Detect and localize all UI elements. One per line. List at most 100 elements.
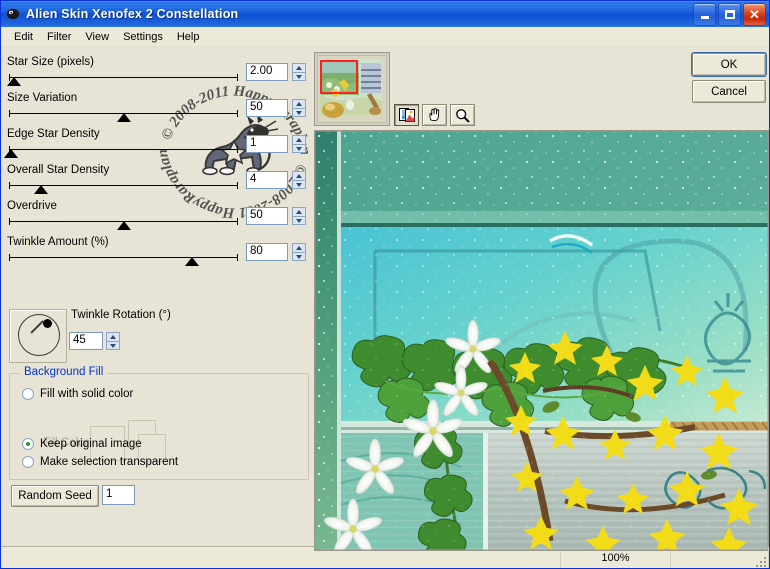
dial-knob-handle[interactable] (43, 319, 52, 328)
chevron-up-icon (296, 174, 302, 178)
random-seed-input[interactable]: 1 (102, 485, 135, 505)
slider-track-cap-right (237, 254, 238, 261)
slider-thumb-overall-star-density[interactable] (34, 185, 49, 194)
slider-value-input-overdrive[interactable]: 50 (246, 207, 288, 225)
radio-make-selection-transparent[interactable]: Make selection transparent (22, 456, 178, 468)
twinkle-rotation-label: Twinkle Rotation (°) (71, 309, 171, 321)
zoom-magnifier-icon (456, 108, 470, 122)
radio-button-icon (22, 388, 34, 400)
ok-button[interactable]: OK (691, 52, 767, 77)
chevron-up-icon (296, 138, 302, 142)
spinner-up-button[interactable] (292, 135, 306, 144)
spinner-down-button[interactable] (292, 252, 306, 261)
dial-circle-icon (18, 314, 60, 356)
twinkle-rotation-spinner[interactable] (106, 332, 120, 350)
spinner-up-button[interactable] (292, 63, 306, 72)
slider-row-star-size-pixels: Star Size (pixels) 2.00 (1, 56, 313, 93)
slider-value-input-twinkle-amount[interactable]: 80 (246, 243, 288, 261)
slider-spinner-star-size-pixels[interactable] (292, 63, 306, 81)
slider-label-size-variation: Size Variation (7, 92, 78, 104)
spinner-up-button[interactable] (292, 99, 306, 108)
alien-head-icon (5, 6, 21, 22)
slider-thumb-edge-star-density[interactable] (4, 149, 19, 158)
slider-row-edge-star-density: Edge Star Density 1 (1, 128, 313, 165)
thumbnail-image (317, 55, 387, 123)
hand-pan-icon (429, 107, 440, 121)
slider-value-input-overall-star-density[interactable]: 4 (246, 171, 288, 189)
spinner-down-button[interactable] (106, 341, 120, 350)
thumbnail-selection-rect[interactable] (320, 60, 358, 94)
spinner-up-button[interactable] (106, 332, 120, 341)
spinner-up-button[interactable] (292, 171, 306, 180)
close-button[interactable]: ✕ (743, 2, 766, 26)
navigator-thumbnail[interactable] (314, 52, 390, 126)
minimize-icon (700, 15, 709, 19)
twinkle-rotation-input[interactable]: 45 (69, 332, 103, 350)
slider-track-cap-left (9, 110, 10, 117)
slider-track-star-size-pixels[interactable] (9, 74, 238, 81)
status-grip-cell (671, 547, 769, 568)
slider-value-input-size-variation[interactable]: 50 (246, 99, 288, 117)
slider-thumb-size-variation[interactable] (116, 113, 131, 122)
compare-view-button[interactable] (394, 104, 419, 126)
chevron-up-icon (296, 210, 302, 214)
resize-grip-icon[interactable] (752, 553, 766, 567)
radio-fill-with-solid-color[interactable]: Fill with solid color (22, 388, 133, 400)
compare-view-icon (398, 108, 415, 122)
xenofex-constellation-window: Alien Skin Xenofex 2 Constellation ✕ Edi… (0, 0, 770, 569)
cancel-button[interactable]: Cancel (692, 80, 766, 103)
menu-bar: Edit Filter View Settings Help (1, 27, 769, 47)
slider-track-cap-right (237, 218, 238, 225)
menu-item-edit[interactable]: Edit (7, 29, 40, 45)
chevron-up-icon (296, 246, 302, 250)
spinner-down-button[interactable] (292, 216, 306, 225)
slider-track-cap-right (237, 110, 238, 117)
chevron-up-icon (296, 66, 302, 70)
chevron-up-icon (296, 102, 302, 106)
radio-keep-original-image[interactable]: Keep original image (22, 438, 142, 450)
slider-thumb-twinkle-amount[interactable] (185, 257, 200, 266)
slider-track-edge-star-density[interactable] (9, 146, 238, 153)
slider-spinner-size-variation[interactable] (292, 99, 306, 117)
spinner-up-button[interactable] (292, 243, 306, 252)
chevron-down-icon (296, 110, 302, 115)
slider-value-input-star-size-pixels[interactable]: 2.00 (246, 63, 288, 81)
spinner-down-button[interactable] (292, 108, 306, 117)
menu-item-help[interactable]: Help (170, 29, 207, 45)
random-seed-button[interactable]: Random Seed (11, 485, 99, 507)
slider-spinner-twinkle-amount[interactable] (292, 243, 306, 261)
slider-track-twinkle-amount[interactable] (9, 254, 238, 261)
slider-label-edge-star-density: Edge Star Density (7, 128, 100, 140)
chevron-down-icon (296, 146, 302, 151)
chevron-down-icon (296, 182, 302, 187)
twinkle-rotation-dial[interactable] (9, 309, 67, 363)
slider-label-overdrive: Overdrive (7, 200, 57, 212)
spinner-down-button[interactable] (292, 144, 306, 153)
slider-spinner-overall-star-density[interactable] (292, 171, 306, 189)
menu-item-settings[interactable]: Settings (116, 29, 170, 45)
maximize-button[interactable] (718, 2, 741, 26)
slider-track-cap-right (237, 182, 238, 189)
preview-panel: OK Cancel (313, 47, 769, 551)
radio-label: Keep original image (40, 438, 142, 450)
minimize-button[interactable] (693, 2, 716, 26)
slider-thumb-star-size-pixels[interactable] (6, 77, 21, 86)
spinner-down-button[interactable] (292, 180, 306, 189)
slider-spinner-edge-star-density[interactable] (292, 135, 306, 153)
slider-value-input-edge-star-density[interactable]: 1 (246, 135, 288, 153)
menu-item-filter[interactable]: Filter (40, 29, 78, 45)
window-title: Alien Skin Xenofex 2 Constellation (26, 7, 239, 21)
preview-image[interactable] (314, 130, 769, 551)
chevron-up-icon (110, 335, 116, 339)
spinner-up-button[interactable] (292, 207, 306, 216)
slider-spinner-overdrive[interactable] (292, 207, 306, 225)
hand-pan-button[interactable] (422, 104, 447, 126)
menu-item-view[interactable]: View (78, 29, 116, 45)
spinner-down-button[interactable] (292, 72, 306, 81)
slider-thumb-overdrive[interactable] (116, 221, 131, 230)
window-controls: ✕ (693, 2, 767, 26)
chevron-down-icon (296, 254, 302, 259)
chevron-down-icon (296, 218, 302, 223)
slider-track-cap-right (237, 146, 238, 153)
zoom-magnifier-button[interactable] (450, 104, 475, 126)
